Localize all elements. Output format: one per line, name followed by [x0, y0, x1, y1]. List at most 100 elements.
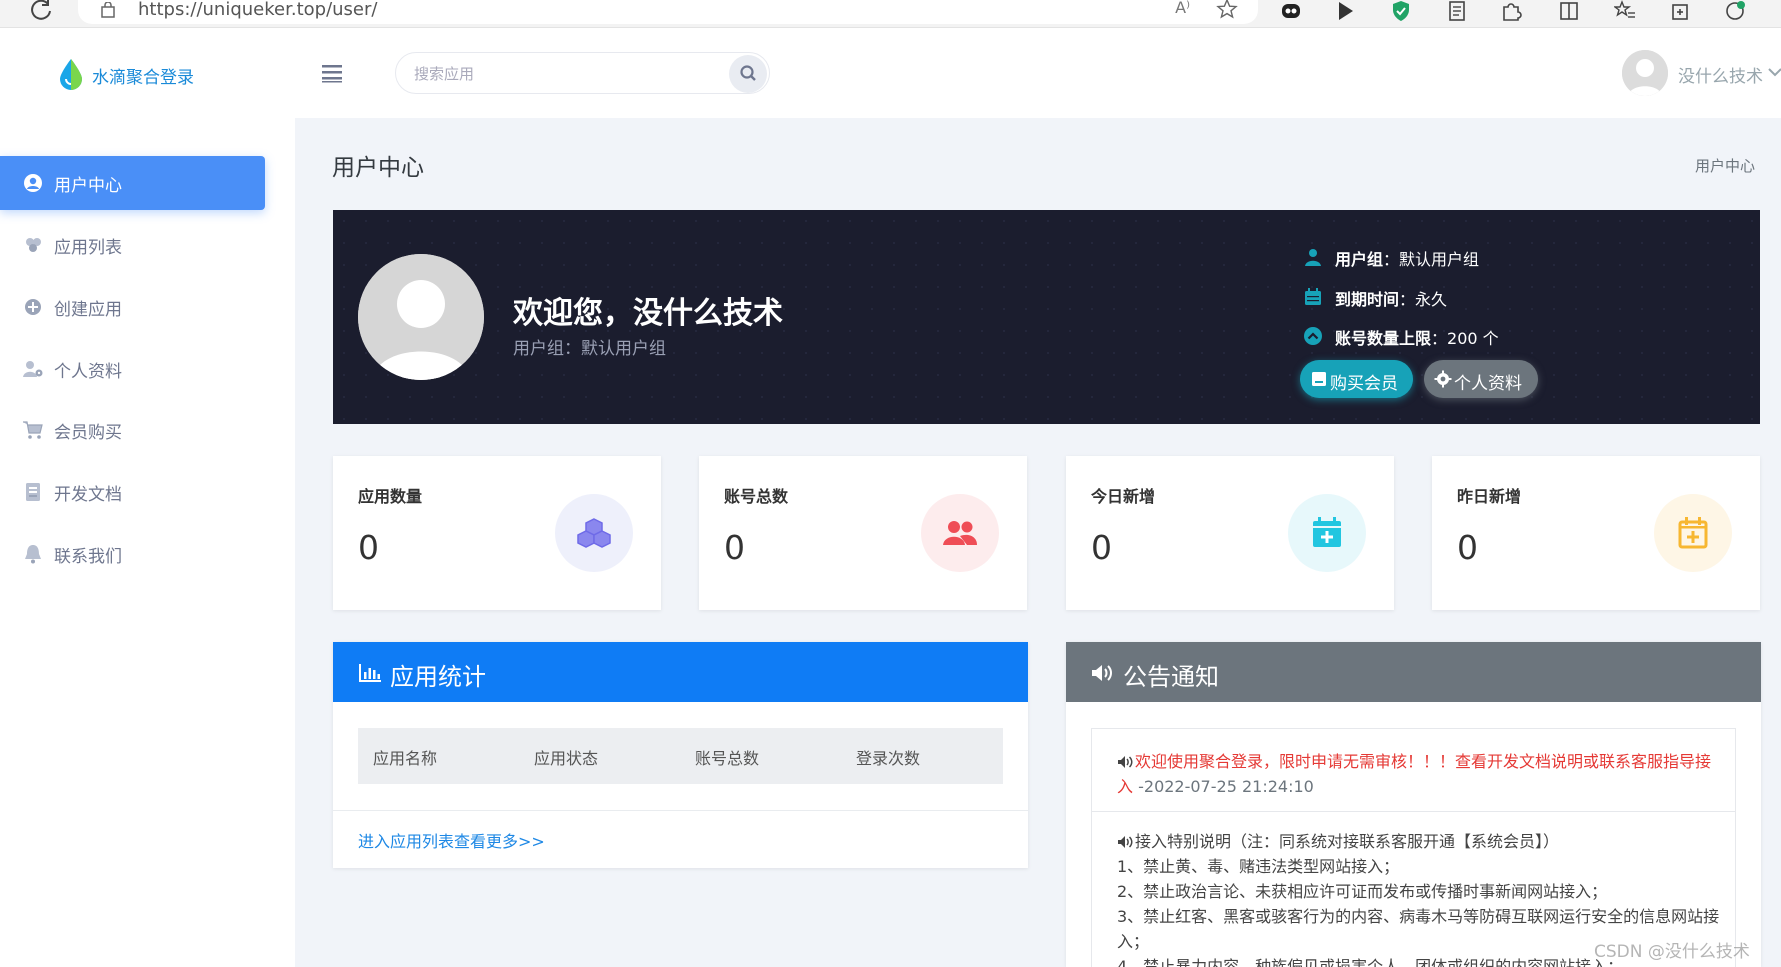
menu-toggle-icon[interactable] — [320, 63, 344, 83]
panel-header: 应用统计 — [333, 642, 1028, 702]
sidebar-item-label: 创建应用 — [54, 300, 122, 320]
chevron-up-circle-icon — [1304, 327, 1322, 345]
stat-card-today-new: 今日新增 0 — [1066, 456, 1394, 610]
notice-line: 接入特别说明（注：同系统对接联系客服开通【系统会员】） — [1135, 832, 1560, 851]
info-value: 永久 — [1415, 290, 1448, 309]
sidebar: 用户中心 应用列表 创建应用 个人资料 会员购买 开发文档 联系我们 — [0, 118, 295, 967]
cubes-icon — [577, 518, 611, 548]
users-icon — [943, 521, 977, 545]
info-separator: ： — [1383, 250, 1400, 269]
sidebar-item-label: 用户中心 — [54, 176, 122, 196]
table-header: 应用名称 应用状态 账号总数 登录次数 — [358, 728, 1003, 784]
extensions-puzzle-icon[interactable] — [1500, 0, 1522, 22]
column-header: 应用状态 — [534, 749, 599, 768]
document-icon — [26, 483, 40, 501]
shield-check-icon[interactable] — [1390, 0, 1412, 22]
search-button[interactable] — [729, 55, 767, 93]
profile-button[interactable]: 个人资料 — [1424, 360, 1538, 398]
stat-title: 账号总数 — [724, 487, 789, 506]
welcome-subtitle: 用户组：默认用户组 — [513, 339, 666, 359]
stat-icon-circle — [1654, 494, 1732, 572]
info-label: 账号数量上限 — [1335, 329, 1432, 348]
more-apps-link[interactable]: 进入应用列表查看更多>> — [358, 828, 545, 852]
browser-toolbar: https://uniqueker.top/user/ A⁾ — [0, 0, 1781, 28]
play-icon[interactable] — [1334, 0, 1356, 22]
button-label: 购买会员 — [1330, 374, 1398, 394]
sidebar-item-label: 个人资料 — [54, 362, 122, 382]
browser-essentials-icon[interactable] — [1724, 0, 1746, 22]
sidebar-item-docs[interactable]: 开发文档 — [0, 465, 265, 519]
page-info-icon[interactable] — [100, 2, 116, 18]
watermark: CSDN @没什么技术 — [1594, 942, 1750, 962]
user-menu[interactable]: 没什么技术 — [1622, 50, 1781, 96]
search-box — [395, 52, 770, 94]
divider — [1092, 811, 1735, 812]
column-header: 应用名称 — [373, 749, 438, 768]
top-header: 水滴聚合登录 没什么技术 — [0, 28, 1781, 118]
sidebar-item-profile[interactable]: 个人资料 — [0, 342, 265, 396]
user-gear-icon — [23, 361, 43, 377]
sidebar-item-membership[interactable]: 会员购买 — [0, 403, 265, 457]
welcome-banner: 欢迎您，没什么技术 用户组：默认用户组 用户组：默认用户组 到期时间：永久 账号… — [333, 210, 1760, 424]
chevron-down-icon[interactable] — [1768, 66, 1781, 78]
sidebar-item-create-app[interactable]: 创建应用 — [0, 280, 265, 334]
stat-title: 昨日新增 — [1457, 487, 1522, 506]
panel-header: 公告通知 — [1066, 642, 1761, 702]
page-title: 用户中心 — [332, 155, 424, 181]
calendar-plus-outline-icon — [1678, 517, 1708, 549]
info-value: 默认用户组 — [1399, 250, 1480, 269]
info-value: 200 个 — [1447, 329, 1499, 348]
cart-icon — [23, 421, 43, 439]
divider — [333, 810, 1028, 811]
extension-icon[interactable] — [1280, 0, 1302, 22]
avatar[interactable] — [1622, 50, 1668, 96]
sidebar-item-app-list[interactable]: 应用列表 — [0, 218, 265, 272]
notice-line: 1、禁止黄、毒、赌违法类型网站接入； — [1117, 857, 1400, 876]
panel-title: 应用统计 — [390, 663, 486, 691]
favorite-star-icon[interactable] — [1216, 0, 1238, 20]
logo-text[interactable]: 水滴聚合登录 — [92, 63, 194, 88]
sidebar-item-label: 联系我们 — [54, 547, 122, 567]
volume-icon — [1092, 665, 1112, 681]
water-drop-logo-icon[interactable] — [58, 58, 84, 90]
calendar-icon — [1305, 288, 1321, 305]
notice-line: 2、禁止政治言论、未获相应许可证而发布或传播时事新闻网站接入； — [1117, 882, 1608, 901]
collections-icon[interactable] — [1670, 0, 1692, 22]
buy-membership-button[interactable]: 购买会员 — [1300, 360, 1413, 398]
info-separator: ： — [1399, 290, 1416, 309]
column-header: 账号总数 — [695, 749, 760, 768]
notice-date: -2022-07-25 21:24:10 — [1138, 777, 1314, 796]
stat-card-yesterday-new: 昨日新增 0 — [1432, 456, 1760, 610]
stat-title: 今日新增 — [1091, 487, 1156, 506]
user-tie-icon — [1305, 249, 1321, 266]
default-avatar-icon — [358, 254, 484, 380]
url-text[interactable]: https://uniqueker.top/user/ — [138, 0, 377, 20]
apps-icon — [26, 238, 41, 252]
breadcrumb[interactable]: 用户中心 — [1695, 155, 1755, 176]
button-label: 个人资料 — [1454, 374, 1522, 394]
panel-title: 公告通知 — [1123, 663, 1219, 691]
book-icon — [1312, 372, 1326, 386]
reload-icon[interactable] — [28, 0, 56, 22]
stat-title: 应用数量 — [358, 487, 423, 506]
bell-icon — [25, 545, 41, 564]
favorites-icon[interactable] — [1614, 0, 1636, 22]
notice-list: 欢迎使用聚合登录，限时申请无需审核！！！查看开发文档说明或联系客服指导接入 -2… — [1091, 728, 1736, 967]
volume-icon — [1118, 756, 1133, 768]
stat-card-app-count: 应用数量 0 — [333, 456, 661, 610]
stat-value: 0 — [358, 528, 379, 567]
sidebar-item-user-center[interactable]: 用户中心 — [0, 156, 265, 210]
sidebar-item-label: 应用列表 — [54, 238, 122, 258]
profile-avatar — [358, 254, 484, 380]
sidebar-item-label: 会员购买 — [54, 423, 122, 443]
address-bar[interactable]: https://uniqueker.top/user/ A⁾ — [78, 0, 1258, 24]
sidebar-item-contact[interactable]: 联系我们 — [0, 527, 265, 581]
username[interactable]: 没什么技术 — [1678, 62, 1763, 87]
read-aloud-icon[interactable]: A⁾ — [1175, 0, 1190, 17]
app-stats-panel: 应用统计 应用名称 应用状态 账号总数 登录次数 进入应用列表查看更多>> — [333, 642, 1028, 868]
stat-card-account-total: 账号总数 0 — [699, 456, 1027, 610]
reader-icon[interactable] — [1446, 0, 1468, 22]
split-screen-icon[interactable] — [1558, 0, 1580, 22]
search-input[interactable] — [414, 62, 714, 86]
stat-value: 0 — [724, 528, 745, 567]
